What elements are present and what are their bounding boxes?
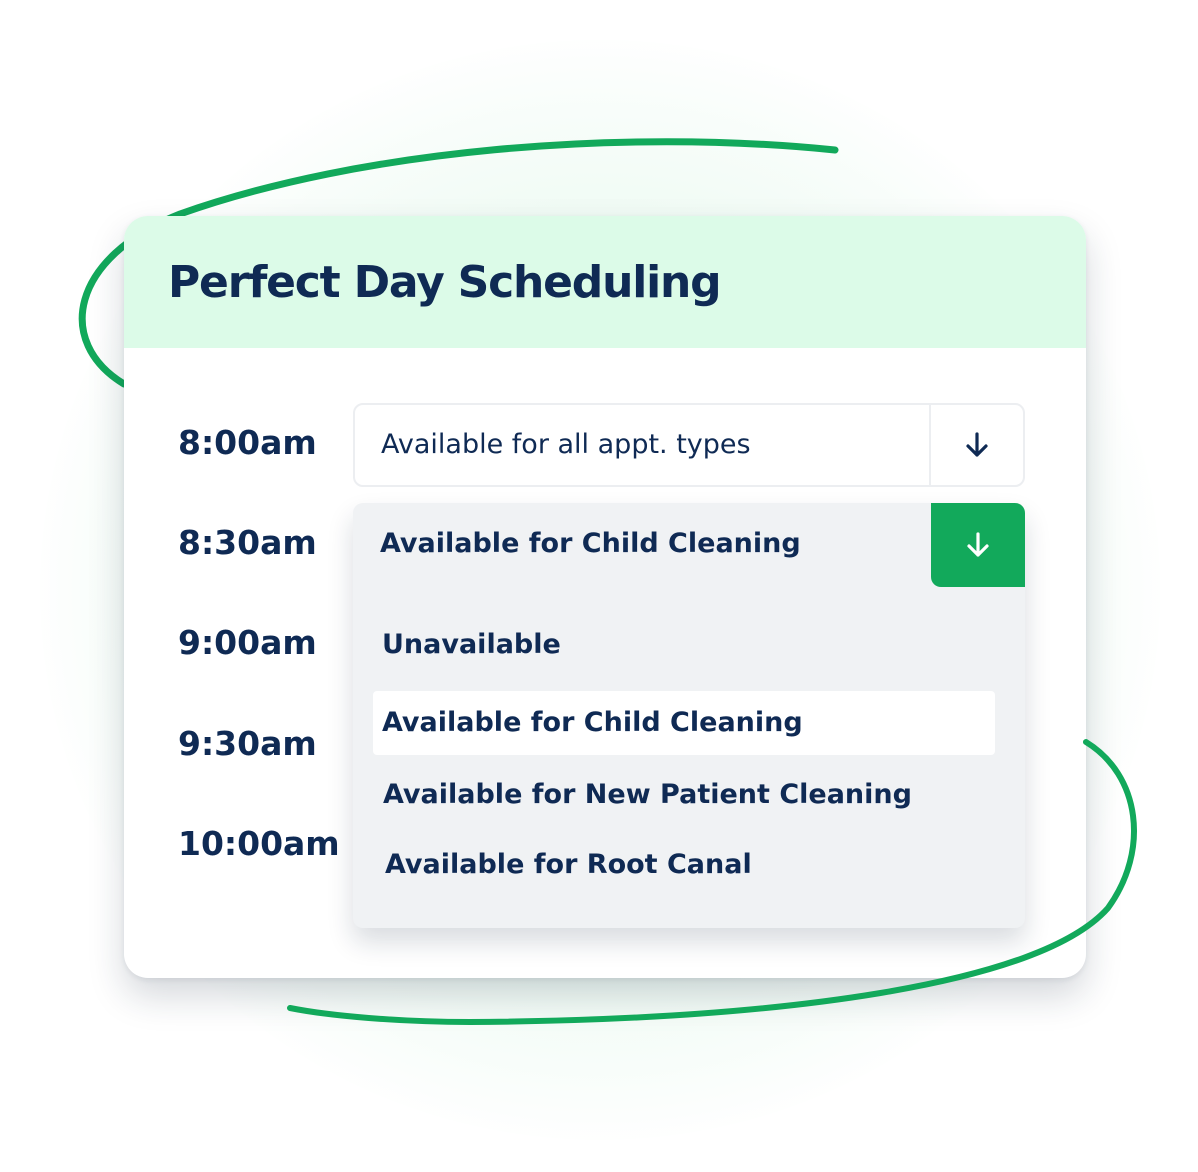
card-header: Perfect Day Scheduling [124, 216, 1086, 348]
time-label-9-30: 9:30am [178, 724, 317, 763]
dropdown-selected-value: Available for Child Cleaning [380, 528, 801, 559]
dropdown-toggle-button[interactable] [931, 503, 1025, 587]
arrow-down-icon [966, 432, 988, 457]
select-toggle-button[interactable] [929, 405, 1023, 485]
appointment-type-dropdown-8-30[interactable]: Available for Child Cleaning Unavailable… [353, 503, 1025, 928]
card-title: Perfect Day Scheduling [168, 256, 722, 308]
select-value: Available for all appt. types [381, 429, 751, 460]
scheduling-card: Perfect Day Scheduling 8:00am 8:30am 9:0… [124, 216, 1086, 978]
option-root-canal[interactable]: Available for Root Canal [373, 833, 995, 897]
option-child-cleaning[interactable]: Available for Child Cleaning [373, 691, 995, 755]
option-new-patient-cleaning[interactable]: Available for New Patient Cleaning [373, 763, 995, 827]
time-label-9-00: 9:00am [178, 623, 317, 662]
time-label-8-30: 8:30am [178, 523, 317, 562]
arrow-down-icon [967, 532, 989, 557]
time-label-10-00: 10:00am [178, 824, 340, 863]
appointment-type-select-8-00[interactable]: Available for all appt. types [353, 403, 1025, 487]
option-unavailable[interactable]: Unavailable [373, 613, 995, 677]
time-label-8-00: 8:00am [178, 423, 317, 462]
